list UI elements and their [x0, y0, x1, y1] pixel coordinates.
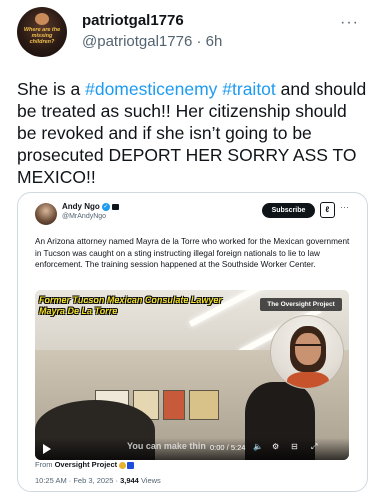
video-caption: Former Tucson Mexican Consulate Lawyer M… — [39, 295, 222, 317]
avatar-text: Where are the missing children? — [23, 27, 61, 45]
post-text-intro: She is a — [17, 79, 86, 99]
volume-icon[interactable]: 🔈 — [253, 442, 263, 451]
video-source-line: From Oversight Project — [35, 460, 135, 469]
video-caption-title: Former Tucson Mexican Consulate Lawyer — [39, 295, 222, 305]
quoted-author-name-row: Andy Ngo ✓ — [62, 202, 119, 211]
video-time: 0:00 / 5:24 — [210, 443, 246, 452]
video-inset-portrait — [270, 315, 344, 389]
video-player[interactable]: Former Tucson Mexican Consulate Lawyer M… — [35, 290, 349, 460]
gold-badge-icon — [119, 461, 127, 469]
affiliate-badge-icon — [127, 461, 135, 469]
view-count: 3,944 — [120, 476, 139, 485]
video-subtitle: You can make thin — [127, 441, 206, 451]
portrait-face — [295, 333, 321, 365]
author-handle[interactable]: @patriotgal1776 — [82, 33, 192, 50]
from-label: From — [35, 460, 53, 469]
portrait-glasses — [295, 344, 321, 349]
fullscreen-icon[interactable]: ⤢ — [311, 442, 317, 452]
hashtag-domesticenemy[interactable]: #domesticenemy — [85, 79, 217, 99]
quoted-post-card[interactable]: Andy Ngo ✓ @MrAndyNgo Subscribe ℓ ··· An … — [17, 192, 368, 492]
grok-icon[interactable]: ℓ — [320, 202, 335, 218]
author-display-name[interactable]: patriotgal1776 — [82, 12, 184, 29]
quoted-author-name[interactable]: Andy Ngo — [62, 202, 100, 211]
video-poster — [163, 390, 185, 420]
author-handle-line: @patriotgal1776 · 6h — [82, 33, 222, 50]
quoted-author-handle[interactable]: @MrAndyNgo — [62, 213, 106, 220]
video-watermark: The Oversight Project — [260, 298, 342, 311]
verified-icon: ✓ — [101, 202, 110, 211]
from-source-link[interactable]: Oversight Project — [55, 460, 118, 469]
hashtag-traitot[interactable]: #traitot — [222, 79, 276, 99]
quoted-more-icon[interactable]: ··· — [340, 202, 349, 212]
play-icon[interactable] — [43, 444, 51, 454]
more-icon[interactable]: ··· — [340, 14, 359, 32]
video-poster — [189, 390, 219, 420]
subscribe-button[interactable]: Subscribe — [262, 203, 315, 218]
avatar-figure — [35, 13, 49, 25]
video-controls: You can make thin 0:00 / 5:24 🔈 ⚙ ⊟ ⤢ — [35, 438, 349, 460]
quoted-post-text: An Arizona attorney named Mayra de la To… — [35, 237, 350, 269]
post-timestamp[interactable]: 10:25 AM · Feb 3, 2025 · — [35, 476, 118, 485]
video-caption-name: Mayra De La Torre — [39, 306, 118, 316]
post-text: She is a #domesticenemy #traitot and sho… — [17, 78, 367, 188]
separator-dot: · — [196, 33, 206, 50]
post-time[interactable]: 6h — [206, 33, 223, 50]
post-meta: 10:25 AM · Feb 3, 2025 · 3,944 Views — [35, 476, 161, 485]
views-label: Views — [140, 476, 161, 485]
post-header: Where are the missing children? patriotg… — [0, 0, 377, 62]
captions-icon[interactable]: ⊟ — [291, 442, 298, 451]
author-avatar[interactable]: Where are the missing children? — [17, 7, 67, 57]
settings-icon[interactable]: ⚙ — [272, 442, 279, 451]
portrait-shirt — [287, 372, 329, 388]
affiliate-badge-icon — [111, 203, 119, 210]
quoted-author-avatar[interactable] — [35, 203, 57, 225]
